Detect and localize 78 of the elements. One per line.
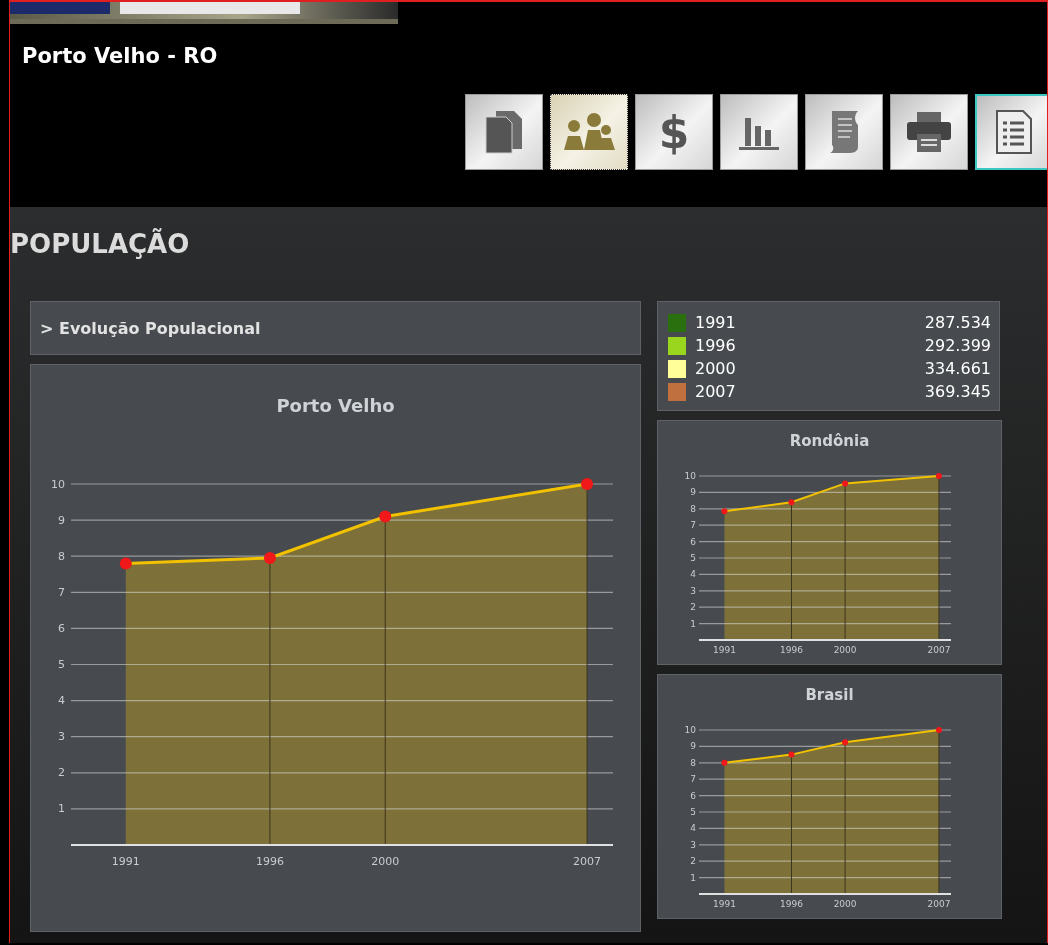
x-axis-label: 2000 xyxy=(833,645,857,655)
y-axis-label: 1 xyxy=(690,872,696,883)
x-axis-label: 1991 xyxy=(713,899,736,909)
toolbar-button[interactable] xyxy=(720,94,798,170)
chart-title: Porto Velho xyxy=(276,395,395,416)
y-axis-label: 2 xyxy=(58,766,65,780)
y-axis-label: 8 xyxy=(690,503,696,514)
y-axis-label: 7 xyxy=(690,520,696,531)
y-axis-label: 5 xyxy=(690,807,696,817)
panel-header: > Evolução Populacional xyxy=(30,301,641,355)
x-axis-label: 2007 xyxy=(573,855,602,868)
y-axis-label: 10 xyxy=(684,471,696,481)
y-axis-label: 1 xyxy=(58,802,65,816)
y-axis-label: 10 xyxy=(51,477,65,491)
legend-year: 1991 xyxy=(695,313,736,332)
legend-year: 1996 xyxy=(695,336,736,355)
y-axis-label: 8 xyxy=(690,757,696,768)
y-axis-label: 4 xyxy=(690,823,696,834)
legend-year: 2007 xyxy=(695,382,736,401)
legend-value: 292.399 xyxy=(924,336,991,355)
y-axis-label: 6 xyxy=(690,536,696,547)
toolbar-button[interactable]: $ xyxy=(635,94,713,170)
y-axis-label: 9 xyxy=(58,513,65,527)
people-icon xyxy=(562,112,616,152)
y-axis-label: 3 xyxy=(690,585,696,596)
data-point xyxy=(721,759,728,766)
data-point xyxy=(842,480,849,487)
x-axis-label: 1991 xyxy=(111,855,140,868)
data-point xyxy=(935,727,942,733)
section-title: POPULAÇÃO xyxy=(10,229,190,259)
y-axis-label: 3 xyxy=(58,730,65,744)
x-axis-label: 2000 xyxy=(833,899,857,909)
y-axis-label: 6 xyxy=(58,621,65,635)
y-axis-label: 6 xyxy=(690,790,696,801)
y-axis-label: 2 xyxy=(690,602,696,613)
x-axis-label: 1996 xyxy=(780,645,803,655)
data-point xyxy=(721,508,728,515)
y-axis-label: 4 xyxy=(690,569,696,580)
legend-year: 2000 xyxy=(695,359,736,378)
y-axis-label: 7 xyxy=(58,585,65,599)
y-axis-label: 1 xyxy=(690,618,696,629)
data-point xyxy=(379,510,392,523)
x-axis-label: 2000 xyxy=(371,855,400,868)
x-axis-label: 1991 xyxy=(713,645,736,655)
legend-value: 369.345 xyxy=(924,382,991,401)
y-axis-label: 7 xyxy=(690,774,696,785)
documents-icon xyxy=(484,109,524,155)
legend-value: 334.661 xyxy=(924,359,991,378)
toolbar-button[interactable] xyxy=(890,94,968,170)
y-axis-label: 5 xyxy=(690,553,696,563)
data-point xyxy=(119,557,132,570)
list-document-icon xyxy=(995,109,1033,155)
data-point xyxy=(788,499,795,506)
chart-title: Rondônia xyxy=(789,432,870,450)
y-axis-label: 3 xyxy=(690,839,696,850)
y-axis-label: 2 xyxy=(690,856,696,867)
data-point xyxy=(581,478,594,490)
data-point xyxy=(788,751,795,758)
data-point xyxy=(935,473,942,479)
x-axis-label: 1996 xyxy=(780,899,803,909)
printer-icon xyxy=(905,110,953,154)
page-title: Porto Velho - RO xyxy=(22,44,218,68)
toolbar-button[interactable] xyxy=(550,94,628,170)
y-axis-label: 5 xyxy=(58,658,65,671)
legend-value: 287.534 xyxy=(924,313,991,332)
y-axis-label: 9 xyxy=(690,741,696,752)
x-axis-label: 1996 xyxy=(255,855,284,868)
data-point xyxy=(263,552,276,564)
y-axis-label: 9 xyxy=(690,487,696,498)
y-axis-label: 8 xyxy=(58,549,65,563)
y-axis-label: 10 xyxy=(684,725,696,735)
data-point xyxy=(842,739,849,746)
chart-title: Brasil xyxy=(805,686,854,704)
toolbar-button[interactable] xyxy=(975,94,1047,170)
toolbar-button[interactable] xyxy=(465,94,543,170)
y-axis-label: 4 xyxy=(58,694,65,708)
x-axis-label: 2007 xyxy=(927,899,951,909)
x-axis-label: 2007 xyxy=(927,645,951,655)
